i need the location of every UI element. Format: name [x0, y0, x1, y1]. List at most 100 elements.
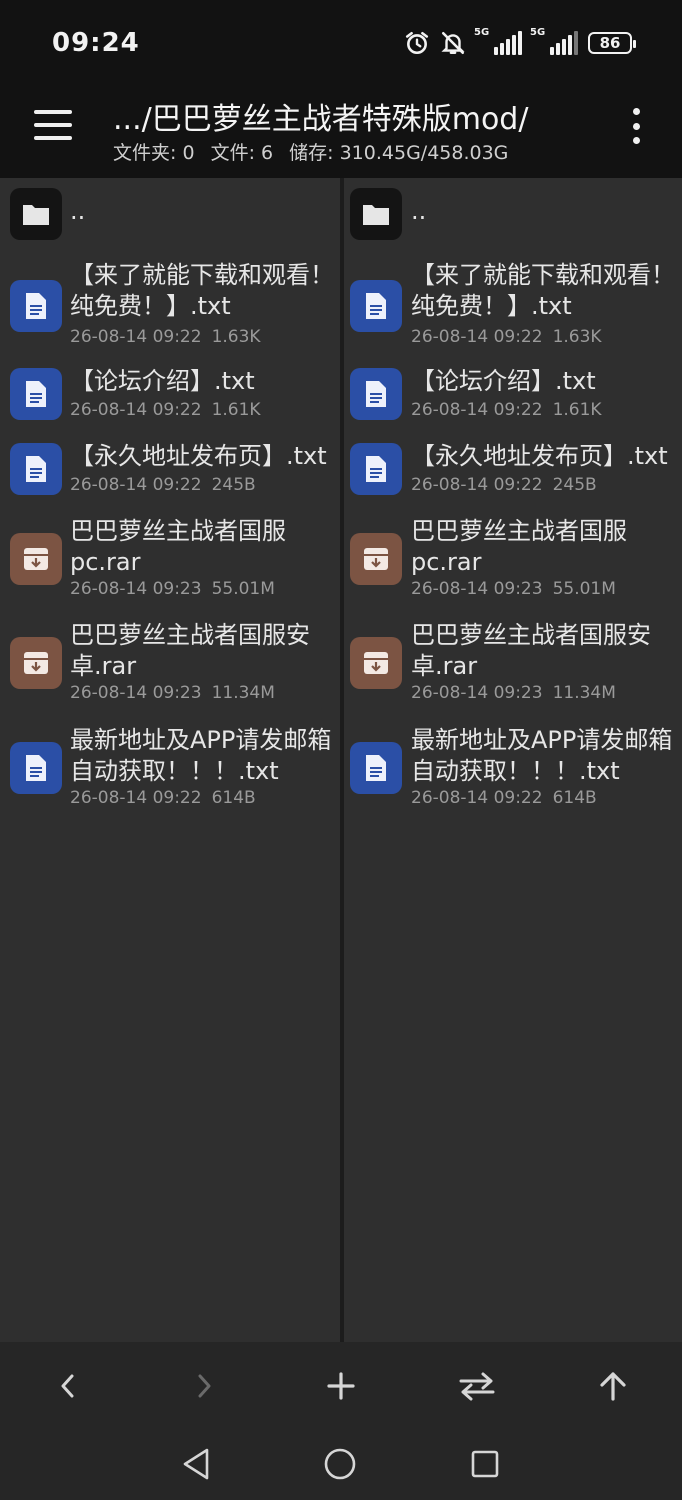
file-name: 【来了就能下载和观看！纯免费！】.txt: [411, 261, 675, 320]
parent-folder-row[interactable]: ..: [344, 186, 682, 242]
file-name: 【来了就能下载和观看！纯免费！】.txt: [70, 261, 334, 320]
left-pane[interactable]: .. 【来了就能下载和观看！纯免费！】.txt 26-08-14 09:22 1.…: [0, 178, 340, 1342]
file-date: 26-08-14 09:22: [70, 327, 202, 347]
file-meta: 26-08-14 09:23 11.34M: [411, 683, 616, 703]
nav-home-icon[interactable]: [320, 1444, 360, 1484]
file-size: 11.34M: [211, 683, 275, 703]
file-date: 26-08-14 09:22: [411, 327, 543, 347]
file-date: 26-08-14 09:22: [70, 400, 202, 420]
document-icon: [10, 280, 62, 332]
folder-icon: [350, 188, 402, 240]
signal-icon: 5G: [474, 27, 522, 55]
file-size: 1.61K: [211, 400, 261, 420]
file-date: 26-08-14 09:22: [70, 788, 202, 808]
menu-icon[interactable]: [34, 110, 72, 140]
file-date: 26-08-14 09:23: [70, 579, 202, 599]
archive-icon: [10, 637, 62, 689]
file-size: 614B: [211, 788, 256, 808]
parent-folder-row[interactable]: ..: [0, 186, 340, 242]
file-row[interactable]: 最新地址及APP请发邮箱自动获取！！！.txt 26-08-14 09:22 61…: [344, 725, 682, 815]
file-row[interactable]: 【来了就能下载和观看！纯免费！】.txt 26-08-14 09:22 1.63K: [344, 261, 682, 352]
document-icon: [10, 368, 62, 420]
file-meta: 26-08-14 09:22 245B: [70, 475, 256, 495]
file-name: 【永久地址发布页】.txt: [411, 442, 668, 470]
parent-folder-label: ..: [70, 197, 86, 225]
status-time: 09:24: [52, 28, 140, 58]
right-pane[interactable]: .. 【来了就能下载和观看！纯免费！】.txt 26-08-14 09:22 1.…: [344, 178, 682, 1342]
more-vert-icon[interactable]: [628, 108, 644, 144]
file-date: 26-08-14 09:22: [411, 475, 543, 495]
file-name: 巴巴萝丝主战者国服安卓.rar: [411, 621, 651, 680]
file-meta: 26-08-14 09:23 55.01M: [70, 579, 275, 599]
signal-icon: 5G: [530, 27, 578, 55]
archive-icon: [350, 533, 402, 585]
swap-icon[interactable]: [457, 1366, 497, 1406]
file-meta: 26-08-14 09:22 614B: [70, 788, 256, 808]
document-icon: [10, 742, 62, 794]
file-meta: 26-08-14 09:22 1.63K: [70, 327, 261, 347]
document-icon: [10, 443, 62, 495]
alarm-icon: [405, 31, 429, 55]
document-icon: [350, 368, 402, 420]
file-date: 26-08-14 09:22: [411, 400, 543, 420]
document-icon: [350, 742, 402, 794]
file-size: 1.63K: [552, 327, 602, 347]
file-size: 55.01M: [211, 579, 275, 599]
file-meta: 26-08-14 09:23 55.01M: [411, 579, 616, 599]
file-meta: 26-08-14 09:22 1.61K: [70, 400, 261, 420]
archive-icon: [10, 533, 62, 585]
forward-arrow-icon[interactable]: [184, 1366, 224, 1406]
file-size: 245B: [552, 475, 597, 495]
up-arrow-icon[interactable]: [593, 1366, 633, 1406]
archive-icon: [350, 637, 402, 689]
file-size: 1.61K: [552, 400, 602, 420]
file-row[interactable]: 【来了就能下载和观看！纯免费！】.txt 26-08-14 09:22 1.63K: [0, 261, 340, 352]
file-row[interactable]: 巴巴萝丝主战者国服pc.rar 26-08-14 09:23 55.01M: [344, 516, 682, 606]
back-arrow-icon[interactable]: [48, 1366, 88, 1406]
file-name: 【论坛介绍】.txt: [411, 367, 596, 395]
file-meta: 26-08-14 09:23 11.34M: [70, 683, 275, 703]
document-icon: [350, 280, 402, 332]
file-date: 26-08-14 09:22: [411, 788, 543, 808]
status-icons: 5G 5G 86: [404, 27, 636, 58]
document-icon: [350, 443, 402, 495]
file-row[interactable]: 【论坛介绍】.txt 26-08-14 09:22 1.61K: [0, 366, 340, 426]
file-meta: 26-08-14 09:22 245B: [411, 475, 597, 495]
file-row[interactable]: 【论坛介绍】.txt 26-08-14 09:22 1.61K: [344, 366, 682, 426]
file-date: 26-08-14 09:23: [411, 579, 543, 599]
file-meta: 26-08-14 09:22 1.63K: [411, 327, 602, 347]
nav-recents-icon[interactable]: [465, 1444, 505, 1484]
file-name: 巴巴萝丝主战者国服pc.rar: [411, 517, 627, 576]
file-name: 巴巴萝丝主战者国服pc.rar: [70, 517, 286, 576]
folder-count: 文件夹: 0: [113, 142, 195, 164]
folder-icon: [10, 188, 62, 240]
file-row[interactable]: 巴巴萝丝主战者国服安卓.rar 26-08-14 09:23 11.34M: [344, 620, 682, 710]
file-name: 最新地址及APP请发邮箱自动获取！！！.txt: [70, 726, 332, 785]
file-date: 26-08-14 09:23: [70, 683, 202, 703]
system-nav-bar: [0, 1430, 682, 1500]
file-date: 26-08-14 09:23: [411, 683, 543, 703]
file-row[interactable]: 巴巴萝丝主战者国服安卓.rar 26-08-14 09:23 11.34M: [0, 620, 340, 710]
parent-folder-label: ..: [411, 197, 427, 225]
file-row[interactable]: 【永久地址发布页】.txt 26-08-14 09:22 245B: [0, 441, 340, 501]
storage-info: 储存: 310.45G/458.03G: [289, 142, 509, 164]
file-count: 文件: 6: [210, 142, 274, 164]
bottom-action-bar: [0, 1342, 682, 1430]
mute-bell-icon: [441, 31, 465, 55]
status-bar: 09:24 5G 5G 86: [0, 0, 682, 86]
file-size: 614B: [552, 788, 597, 808]
path-summary: 文件夹: 0 文件: 6 储存: 310.45G/458.03G: [113, 138, 518, 165]
file-name: 巴巴萝丝主战者国服安卓.rar: [70, 621, 310, 680]
file-row[interactable]: 【永久地址发布页】.txt 26-08-14 09:22 245B: [344, 441, 682, 501]
file-size: 245B: [211, 475, 256, 495]
file-row[interactable]: 巴巴萝丝主战者国服pc.rar 26-08-14 09:23 55.01M: [0, 516, 340, 606]
file-name: 最新地址及APP请发邮箱自动获取！！！.txt: [411, 726, 673, 785]
file-date: 26-08-14 09:22: [70, 475, 202, 495]
nav-back-icon[interactable]: [176, 1444, 216, 1484]
file-size: 1.63K: [211, 327, 261, 347]
file-size: 11.34M: [552, 683, 616, 703]
file-name: 【论坛介绍】.txt: [70, 367, 255, 395]
file-row[interactable]: 最新地址及APP请发邮箱自动获取！！！.txt 26-08-14 09:22 61…: [0, 725, 340, 815]
file-name: 【永久地址发布页】.txt: [70, 442, 327, 470]
add-icon[interactable]: [321, 1366, 361, 1406]
